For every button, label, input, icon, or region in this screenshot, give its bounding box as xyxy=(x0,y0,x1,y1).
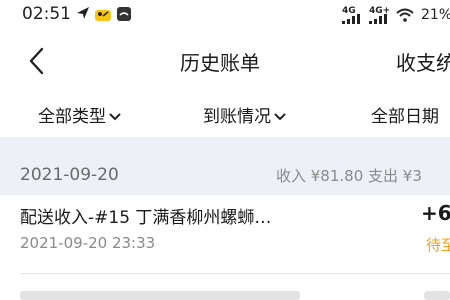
nav-bar: 历史账单 收支统 xyxy=(0,38,450,84)
group-date: 2021-09-20 xyxy=(20,165,119,185)
chevron-down-icon xyxy=(109,113,121,121)
chevron-down-icon xyxy=(274,113,286,121)
bill-record-item[interactable]: 配送收入-#15 丁满香柳州螺蛳… 2021-09-20 23:33 +6. 待… xyxy=(0,195,450,265)
date-group-header: 2021-09-20 收入 ¥81.80 支出 ¥3 xyxy=(0,137,450,195)
record-status: 待至 xyxy=(426,236,450,254)
location-arrow-icon xyxy=(77,7,89,19)
filter-type-dropdown[interactable]: 全部类型 xyxy=(38,102,122,127)
tab-income-expense-stats[interactable]: 收支统 xyxy=(396,47,450,76)
filter-date-label: 全部日期 xyxy=(371,107,439,127)
next-record-placeholder xyxy=(20,291,300,300)
signal-icon-1 xyxy=(342,14,360,24)
message-app-icon xyxy=(117,7,131,21)
filter-arrival-label: 到账情况 xyxy=(203,107,271,127)
filter-arrival-dropdown[interactable]: 到账情况 xyxy=(203,102,287,127)
delivery-app-icon xyxy=(95,10,111,21)
divider xyxy=(20,273,450,274)
record-title: 配送收入-#15 丁满香柳州螺蛳… xyxy=(20,208,272,228)
record-time: 2021-09-20 23:33 xyxy=(20,234,156,252)
list-item[interactable] xyxy=(0,282,450,300)
wifi-icon xyxy=(396,8,414,22)
page-title: 历史账单 xyxy=(180,51,260,75)
signal-icon-2 xyxy=(369,14,387,24)
group-summary: 收入 ¥81.80 支出 ¥3 xyxy=(276,167,422,185)
filter-date-dropdown[interactable]: 全部日期 xyxy=(371,102,439,127)
filter-type-label: 全部类型 xyxy=(38,107,106,127)
record-amount: +6. xyxy=(421,201,450,225)
filter-bar: 全部类型 到账情况 全部日期 xyxy=(0,96,450,132)
next-record-amount-placeholder xyxy=(424,291,450,300)
status-time: 02:51 xyxy=(22,4,71,24)
status-bar: 02:51 4G 4G+ 21% xyxy=(0,0,450,30)
battery-level: 21% xyxy=(421,7,450,23)
back-icon[interactable] xyxy=(26,47,48,75)
